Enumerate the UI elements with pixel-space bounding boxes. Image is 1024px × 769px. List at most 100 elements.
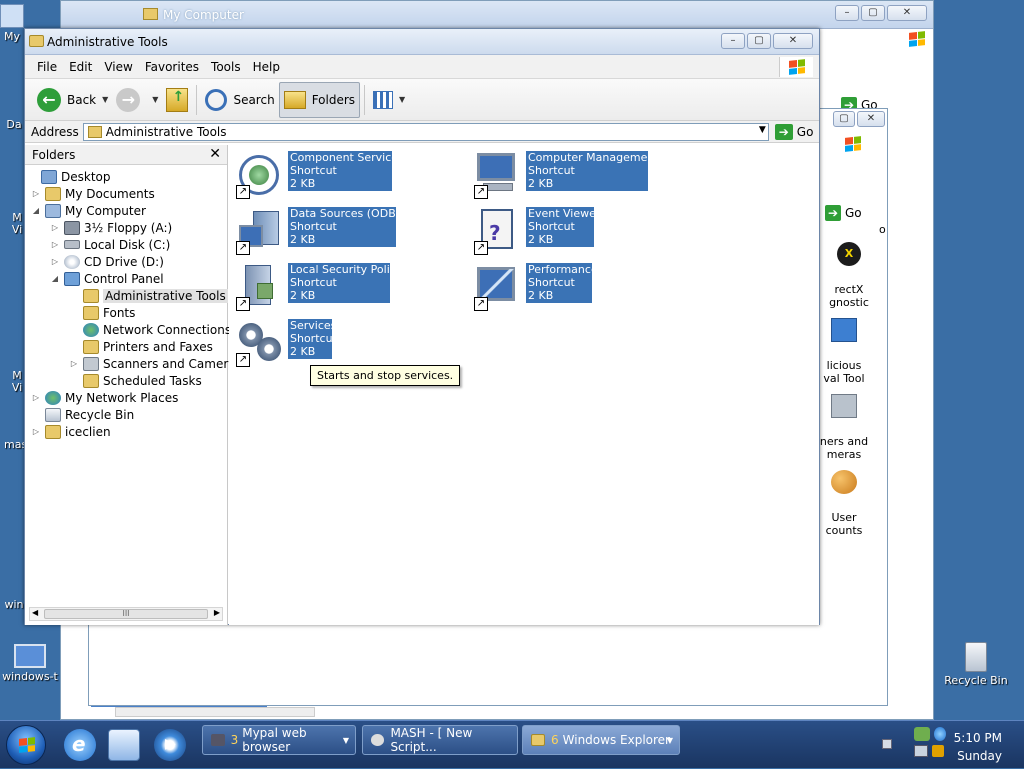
task-mypal[interactable]: 3 Mypal web browser ▼ xyxy=(202,725,356,755)
up-button[interactable]: ↑ xyxy=(162,82,192,118)
tree-expander[interactable]: ▷ xyxy=(50,240,60,249)
close-icon[interactable]: ✕ xyxy=(209,146,221,162)
bg-window-titlebar[interactable]: My Computer – ▢ ✕ xyxy=(61,1,933,29)
tree-expander[interactable]: ▷ xyxy=(69,359,79,368)
menu-tools[interactable]: Tools xyxy=(205,60,247,74)
tree-item-recycle-bin[interactable]: Recycle Bin xyxy=(31,406,134,423)
tree-item-administrative-tools[interactable]: Administrative Tools xyxy=(69,287,228,304)
desktop-icon-recycle-bin[interactable]: Recycle Bin xyxy=(944,642,1008,687)
desktop-icon-m1[interactable]: M Vi xyxy=(10,200,24,236)
task-count: 6 xyxy=(551,733,559,747)
desktop-icon-my-computer[interactable]: My xyxy=(0,4,24,43)
go-button[interactable]: ➔ Go xyxy=(774,123,813,140)
tree-item-local-disk[interactable]: ▷ Local Disk (C:) xyxy=(50,236,170,253)
tree-item-control-panel[interactable]: ◢ Control Panel xyxy=(50,270,164,287)
start-button[interactable] xyxy=(6,725,46,765)
tree-expander[interactable]: ▷ xyxy=(31,189,41,198)
bg-window-controls: – ▢ ✕ xyxy=(835,5,927,21)
scroll-thumb[interactable]: III xyxy=(44,609,208,619)
scroll-left-icon[interactable]: ◀ xyxy=(32,608,38,617)
tree-expander[interactable]: ◢ xyxy=(31,206,41,215)
computer-icon xyxy=(0,4,24,28)
maximize-button[interactable]: ▢ xyxy=(833,111,855,127)
minimize-button[interactable]: – xyxy=(721,33,745,49)
tree-item-my-network-places[interactable]: ▷ My Network Places xyxy=(31,389,178,406)
chevron-down-icon[interactable]: ▼ xyxy=(102,95,108,104)
window-titlebar[interactable]: Administrative Tools – ▢ ✕ xyxy=(25,29,819,55)
tree-item-my-computer[interactable]: ◢ My Computer xyxy=(31,202,146,219)
close-button[interactable]: ✕ xyxy=(857,111,885,127)
explorer-quicklaunch-icon[interactable] xyxy=(108,729,140,761)
desktop-icon-da[interactable]: Da xyxy=(4,118,24,131)
monitor-tray-icon[interactable] xyxy=(914,745,928,757)
network-tray-icon[interactable] xyxy=(914,727,930,741)
tree-item-floppy[interactable]: ▷ 3½ Floppy (A:) xyxy=(50,219,172,236)
internet-explorer-icon[interactable]: e xyxy=(64,729,96,761)
hard-disk-icon xyxy=(64,240,80,249)
network-icon xyxy=(83,322,99,337)
menu-file[interactable]: File xyxy=(31,60,63,74)
chevron-down-icon[interactable]: ▼ xyxy=(152,95,158,104)
address-input[interactable]: Administrative Tools ▼ xyxy=(82,122,769,141)
chevron-down-icon[interactable]: ▼ xyxy=(399,95,405,104)
folders-horizontal-scrollbar[interactable]: ◀ III ▶ xyxy=(29,607,223,621)
windows-logo-icon xyxy=(845,136,861,152)
explorer-window[interactable]: Administrative Tools – ▢ ✕ File Edit Vie… xyxy=(24,28,820,625)
folder-icon xyxy=(87,125,102,138)
tree-item-scanners-cameras[interactable]: ▷ Scanners and Cameras xyxy=(69,355,242,372)
back-button[interactable]: ← Back ▼ xyxy=(33,82,112,118)
tree-item-cd-drive[interactable]: ▷ CD Drive (D:) xyxy=(50,253,164,270)
menu-help[interactable]: Help xyxy=(247,60,286,74)
address-value: Administrative Tools xyxy=(105,124,227,139)
tree-item-fonts[interactable]: Fonts xyxy=(69,304,135,321)
file-item-type: Shortcut xyxy=(290,220,337,233)
tree-item-printers-faxes[interactable]: Printers and Faxes xyxy=(69,338,213,355)
tree-expander[interactable]: ▷ xyxy=(50,223,60,232)
media-player-icon[interactable]: ▶ xyxy=(154,729,186,761)
close-button[interactable]: ✕ xyxy=(887,5,927,21)
partial-item-directx[interactable]: X rectX gnostic xyxy=(819,229,879,309)
desktop-icon-win[interactable]: win xyxy=(4,598,24,611)
clock-day: Sunday xyxy=(957,749,1002,763)
status-tray-icon[interactable] xyxy=(934,727,946,741)
scroll-right-icon[interactable]: ▶ xyxy=(214,608,220,617)
menu-view[interactable]: View xyxy=(98,60,138,74)
tree-item-iceclien[interactable]: ▷ iceclien xyxy=(31,423,111,440)
tree-item-scheduled-tasks[interactable]: Scheduled Tasks xyxy=(69,372,202,389)
folders-button[interactable]: Folders xyxy=(278,81,361,118)
tree-expander[interactable]: ▷ xyxy=(50,257,60,266)
volume-icon[interactable] xyxy=(932,745,944,757)
task-mash[interactable]: MASH - [ New Script... xyxy=(362,725,518,755)
chevron-down-icon[interactable]: ▼ xyxy=(759,125,766,135)
search-button[interactable]: Search xyxy=(201,82,278,118)
folder-icon xyxy=(45,424,61,439)
tree-item-my-documents[interactable]: ▷ My Documents xyxy=(31,185,155,202)
tree-expander[interactable]: ◢ xyxy=(50,274,60,283)
maximize-button[interactable]: ▢ xyxy=(747,33,771,49)
clock[interactable]: 5:10 PM Sunday xyxy=(954,729,1002,765)
task-windows-explorer[interactable]: 6 Windows Explorer ▼ xyxy=(522,725,680,755)
file-item-size: 2 KB xyxy=(290,289,316,302)
views-button[interactable]: ▼ xyxy=(369,82,409,118)
desktop-icon-m2[interactable]: M Vi xyxy=(10,358,24,394)
shortcut-arrow-icon: ↗ xyxy=(474,297,488,311)
menu-edit[interactable]: Edit xyxy=(63,60,98,74)
minimize-button[interactable]: – xyxy=(835,5,859,21)
performance-icon: ↗ xyxy=(473,265,521,311)
bg-go-button-2[interactable]: ➔ Go xyxy=(825,205,862,221)
task-label: MASH - [ New Script... xyxy=(390,726,473,754)
maximize-button[interactable]: ▢ xyxy=(861,5,885,21)
tree-item-desktop[interactable]: Desktop xyxy=(27,168,111,185)
tree-expander[interactable]: ▷ xyxy=(31,393,41,402)
tree-item-network-connections[interactable]: Network Connections xyxy=(69,321,231,338)
desktop-icon-windows-t[interactable]: windows-t xyxy=(0,644,60,683)
bg-scrollbar[interactable] xyxy=(115,707,315,717)
printer-folder-icon xyxy=(83,339,99,354)
forward-button[interactable]: → ▼ xyxy=(112,82,162,118)
close-button[interactable]: ✕ xyxy=(773,33,813,49)
desktop-icon-label: M Vi xyxy=(11,211,23,236)
desktop-icon-mas[interactable]: mas xyxy=(4,438,27,451)
tree-expander[interactable]: ▷ xyxy=(31,427,41,436)
menu-favorites[interactable]: Favorites xyxy=(139,60,205,74)
keyboard-icon[interactable] xyxy=(882,739,892,749)
